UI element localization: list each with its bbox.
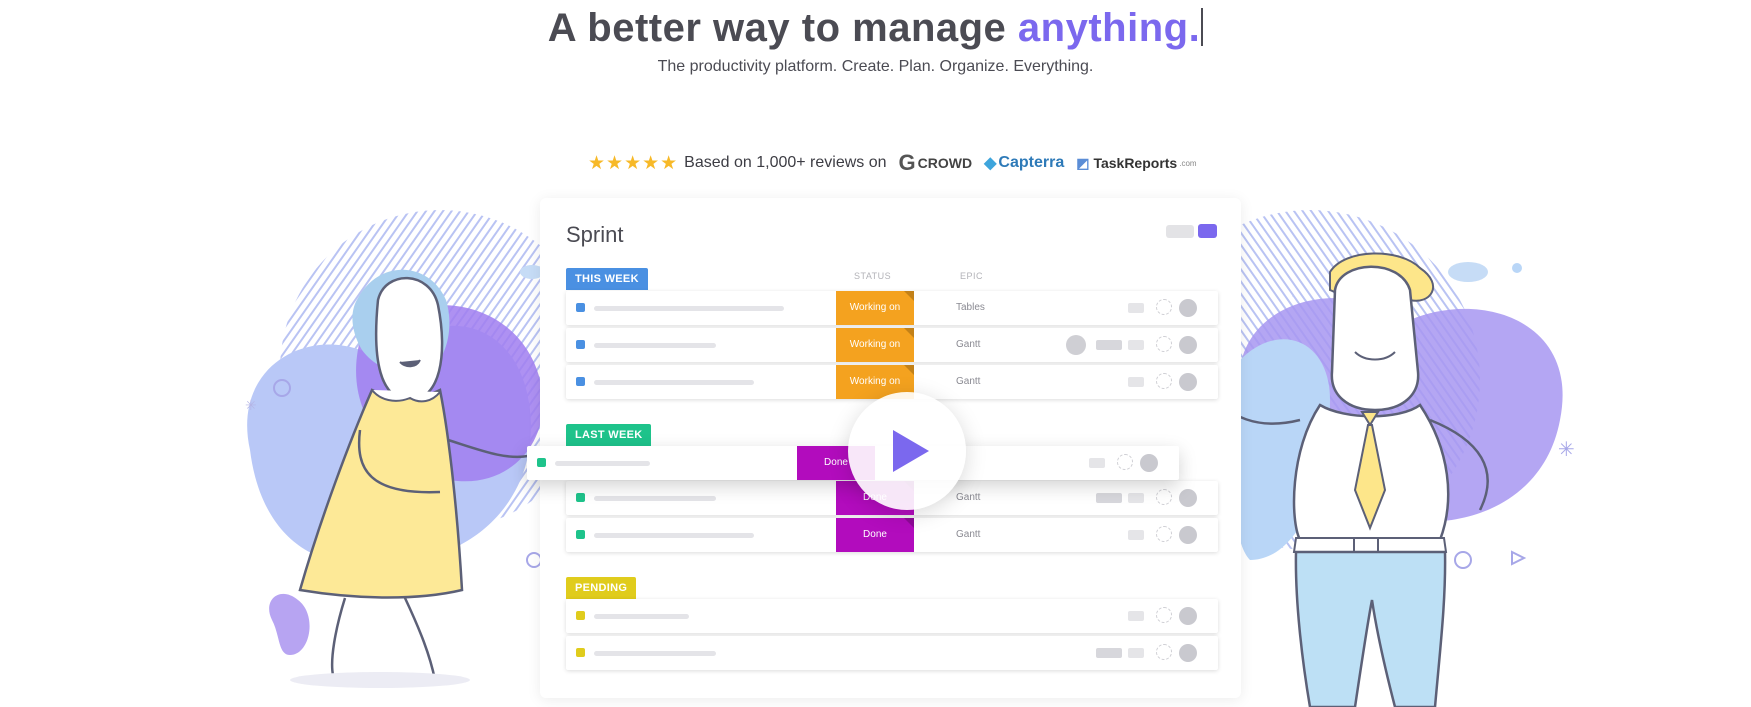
- epic-label: Tables: [956, 302, 985, 313]
- task-name-placeholder: [594, 651, 716, 656]
- status-label: Working on: [849, 376, 901, 387]
- task-color-dot: [576, 377, 585, 386]
- assignee-empty-icon[interactable]: [1156, 607, 1172, 623]
- tag-chip: [1128, 377, 1144, 387]
- priority-icon[interactable]: [1140, 454, 1158, 472]
- tag-chip: [1128, 648, 1144, 658]
- task-name-placeholder: [594, 306, 784, 311]
- board-title: Sprint: [566, 222, 624, 247]
- epic-label: Gantt: [956, 529, 981, 540]
- status-label: Done: [863, 529, 887, 540]
- status-label: Done: [824, 457, 848, 468]
- tag-chip: [1096, 648, 1122, 658]
- task-color-dot: [576, 648, 585, 657]
- hero-title-accent: anything.: [1017, 6, 1201, 50]
- g2-crowd-label: CROWD: [917, 155, 973, 171]
- assignee-empty-icon[interactable]: [1156, 336, 1172, 352]
- status-badge[interactable]: Working on: [836, 291, 914, 325]
- task-name-placeholder: [594, 343, 716, 348]
- task-name-placeholder: [594, 496, 716, 501]
- priority-icon[interactable]: [1179, 489, 1197, 507]
- taskreports-domain: .com: [1179, 158, 1197, 168]
- task-row[interactable]: [566, 636, 1218, 670]
- task-name-placeholder: [594, 614, 689, 619]
- tag-chip: [1128, 611, 1144, 621]
- task-color-dot: [576, 493, 585, 502]
- star-icon: ★★★★★: [588, 152, 679, 174]
- status-badge[interactable]: Done: [836, 518, 914, 552]
- play-video-button[interactable]: [848, 392, 966, 510]
- capterra-label: Capterra: [998, 154, 1065, 171]
- hero-subtitle: The productivity platform. Create. Plan.…: [657, 58, 1094, 75]
- avatar[interactable]: [1066, 335, 1086, 355]
- g2-icon: G: [898, 150, 916, 175]
- task-name-placeholder: [594, 533, 754, 538]
- assignee-empty-icon[interactable]: [1156, 526, 1172, 542]
- svg-text:✳: ✳: [245, 398, 257, 414]
- priority-icon[interactable]: [1179, 607, 1197, 625]
- taskreports-icon: ◩: [1076, 154, 1090, 171]
- epic-label: Gantt: [956, 376, 981, 387]
- task-color-dot: [576, 340, 585, 349]
- group-tag-last-week[interactable]: LAST WEEK: [566, 424, 652, 446]
- capterra-icon: ◆: [984, 155, 997, 172]
- task-name-placeholder: [555, 461, 650, 466]
- reviews-text: Based on 1,000+ reviews on: [684, 154, 887, 171]
- task-color-dot: [576, 611, 585, 620]
- view-toggle-board[interactable]: [1198, 224, 1217, 238]
- priority-icon[interactable]: [1179, 336, 1197, 354]
- svg-text:✳: ✳: [1558, 437, 1575, 461]
- play-icon: [893, 430, 929, 472]
- task-color-dot: [576, 530, 585, 539]
- task-row[interactable]: Working on Tables: [566, 291, 1218, 325]
- status-label: Working on: [849, 302, 901, 313]
- epic-label: Gantt: [956, 492, 981, 503]
- column-header-epic: EPIC: [960, 271, 984, 281]
- taskreports-logo[interactable]: ◩ TaskReports .com: [1076, 155, 1196, 172]
- column-header-status: STATUS: [854, 271, 892, 281]
- view-toggle-list[interactable]: [1166, 225, 1194, 238]
- assignee-empty-icon[interactable]: [1156, 373, 1172, 389]
- tag-chip: [1128, 303, 1144, 313]
- group-tag-this-week[interactable]: THIS WEEK: [566, 268, 648, 290]
- tag-chip: [1128, 530, 1144, 540]
- epic-label: Gantt: [956, 339, 981, 350]
- status-badge[interactable]: Working on: [836, 328, 914, 362]
- reviews-bar: ★★★★★ Based on 1,000+ reviews on G CROWD …: [588, 150, 1197, 176]
- priority-icon[interactable]: [1179, 644, 1197, 662]
- g2-crowd-logo[interactable]: G CROWD: [899, 150, 973, 176]
- priority-icon[interactable]: [1179, 526, 1197, 544]
- hero-title-main: A better way to manage: [547, 6, 1018, 50]
- assignee-empty-icon[interactable]: [1156, 299, 1172, 315]
- task-row[interactable]: Working on Gantt: [566, 328, 1218, 362]
- task-name-placeholder: [594, 380, 754, 385]
- task-color-dot: [537, 458, 546, 467]
- task-row[interactable]: Done Gantt: [566, 518, 1218, 552]
- capterra-logo[interactable]: ◆ Capterra: [984, 153, 1064, 173]
- assignee-empty-icon[interactable]: [1117, 454, 1133, 470]
- status-label: Working on: [849, 339, 901, 350]
- tag-chip: [1128, 340, 1144, 350]
- priority-icon[interactable]: [1179, 299, 1197, 317]
- assignee-empty-icon[interactable]: [1156, 489, 1172, 505]
- tag-chip: [1096, 340, 1122, 350]
- group-tag-pending[interactable]: PENDING: [566, 577, 637, 599]
- assignee-empty-icon[interactable]: [1156, 644, 1172, 660]
- tag-chip: [1089, 458, 1105, 468]
- text-cursor: [1201, 8, 1204, 46]
- task-row[interactable]: [566, 599, 1218, 633]
- taskreports-label: TaskReports: [1093, 155, 1178, 171]
- tag-chip: [1096, 493, 1122, 503]
- task-color-dot: [576, 303, 585, 312]
- priority-icon[interactable]: [1179, 373, 1197, 391]
- hero-title: A better way to manage anything.: [0, 6, 1751, 51]
- tag-chip: [1128, 493, 1144, 503]
